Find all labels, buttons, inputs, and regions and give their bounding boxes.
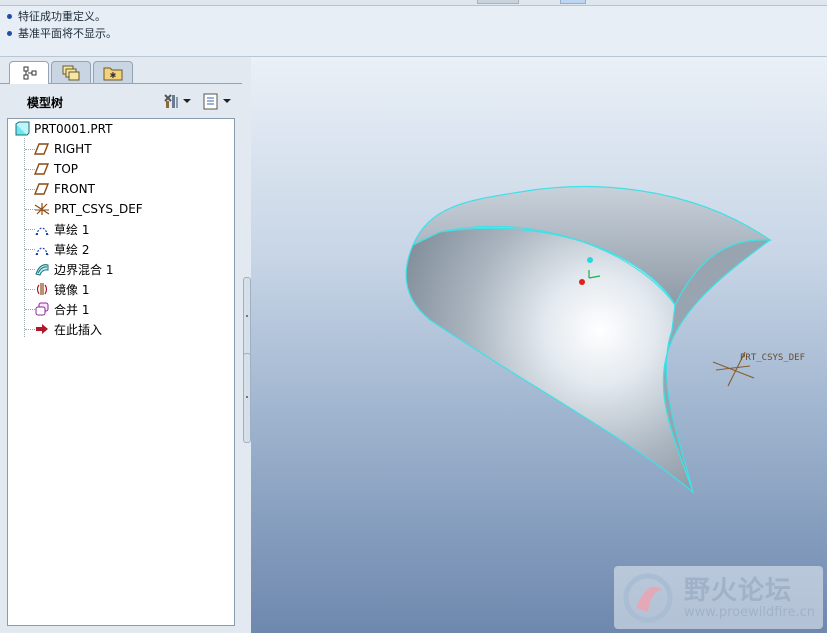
datum-plane-icon — [34, 183, 50, 195]
insert-here-arrow-icon — [36, 324, 48, 334]
favorites-folder-tab-icon: ✱ — [103, 67, 123, 81]
message-line: 特征成功重定义。 — [7, 9, 106, 25]
tree-item-insert-here[interactable]: 在此插入 — [34, 320, 102, 338]
tab-model-tree[interactable] — [9, 61, 49, 84]
message-line: 基准平面将不显示。 — [7, 26, 117, 42]
tree-item-label: 合并 1 — [54, 302, 90, 317]
tab-favorites[interactable]: ✱ — [93, 61, 133, 84]
mirror-icon — [36, 283, 48, 295]
message-area: 特征成功重定义。 基准平面将不显示。 — [0, 6, 827, 57]
toolbar-button[interactable] — [477, 0, 519, 4]
layers-tab-icon — [62, 65, 80, 81]
part-icon — [15, 121, 30, 136]
tree-item-right[interactable]: RIGHT — [34, 140, 92, 158]
info-bullet-icon — [7, 13, 12, 19]
forum-watermark: 野火论坛 www.proewildfire.cn — [614, 566, 823, 629]
csys-label: PRT_CSYS_DEF — [740, 353, 805, 363]
sketch-icon — [35, 227, 49, 236]
tree-show-icon — [203, 93, 218, 110]
tree-item-label: 草绘 2 — [54, 242, 90, 257]
info-bullet-icon — [7, 30, 12, 36]
tree-item-front[interactable]: FRONT — [34, 180, 95, 198]
tree-item-sketch-2[interactable]: 草绘 2 — [34, 240, 89, 258]
boundary-blend-icon — [35, 264, 49, 276]
tree-item-label: TOP — [54, 162, 79, 176]
watermark-url: www.proewildfire.cn — [684, 605, 815, 620]
splitter-grip[interactable] — [243, 353, 251, 443]
datum-plane-icon — [34, 143, 50, 155]
tree-show-button[interactable] — [202, 91, 231, 111]
graphics-viewport[interactable]: PRT_CSYS_DEF 野火论坛 www.proewildfire.cn — [251, 57, 827, 633]
tree-item-label: 边界混合 1 — [54, 262, 114, 277]
tree-item-label: PRT_CSYS_DEF — [54, 202, 143, 216]
sketch-icon — [35, 247, 49, 256]
tree-settings-icon — [164, 94, 178, 108]
tree-item-mirror[interactable]: 镜像 1 — [34, 280, 89, 298]
tree-item-label: 在此插入 — [54, 322, 103, 337]
merge-icon — [35, 302, 49, 316]
panel-splitter[interactable] — [242, 57, 251, 633]
csys-icon — [34, 203, 50, 215]
splitter-grip[interactable] — [243, 277, 251, 359]
tree-item-csys[interactable]: PRT_CSYS_DEF — [34, 200, 143, 218]
tree-item-label: FRONT — [54, 182, 95, 196]
tree-item-boundary-blend[interactable]: 边界混合 1 — [34, 260, 113, 278]
tree-header: 模型树 — [0, 84, 251, 116]
tab-layers[interactable] — [51, 61, 91, 84]
message-text: 特征成功重定义。 — [18, 10, 106, 23]
tree-root-item[interactable]: PRT0001.PRT — [14, 120, 112, 138]
watermark-title: 野火论坛 — [684, 576, 793, 606]
forum-logo-icon — [623, 573, 673, 623]
tree-item-label: 镜像 1 — [54, 282, 90, 297]
navigator-panel: ✱ 模型树 PRT0001.PRT RIGHT TOP FRONT PRT_CS… — [0, 57, 251, 633]
tree-item-label: 草绘 1 — [54, 222, 90, 237]
tree-item-label: RIGHT — [54, 142, 92, 156]
model-tree-tab-icon — [23, 66, 37, 80]
tree-connector — [24, 138, 25, 337]
tree-item-sketch-1[interactable]: 草绘 1 — [34, 220, 89, 238]
model-render: PRT_CSYS_DEF — [405, 186, 805, 494]
tree-settings-button[interactable] — [162, 91, 191, 111]
toolbar-button[interactable] — [560, 0, 586, 4]
surface-model[interactable] — [405, 186, 773, 494]
svg-text:✱: ✱ — [110, 71, 117, 80]
tree-item-merge[interactable]: 合并 1 — [34, 300, 89, 318]
tree-item-label: PRT0001.PRT — [34, 122, 113, 136]
tree-item-top[interactable]: TOP — [34, 160, 78, 178]
model-tree-title: 模型树 — [27, 96, 64, 110]
message-text: 基准平面将不显示。 — [18, 27, 117, 40]
model-tree: PRT0001.PRT RIGHT TOP FRONT PRT_CSYS_DEF — [7, 118, 235, 626]
datum-plane-icon — [34, 163, 50, 175]
